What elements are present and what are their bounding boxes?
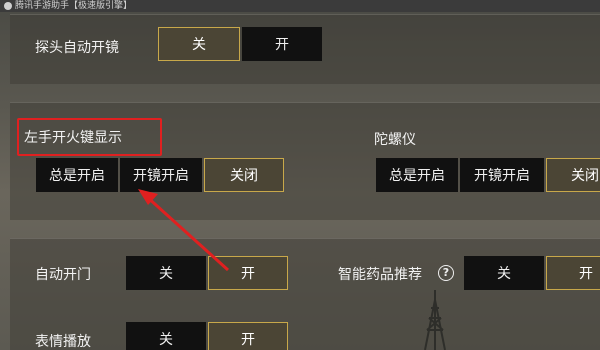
panel-misc <box>10 238 600 350</box>
gyroscope-label: 陀螺仪 <box>374 132 416 148</box>
emote-play-toggle: 关 开 <box>126 322 290 350</box>
highlight-box <box>17 118 162 156</box>
peek-scope-off-button[interactable]: 关 <box>158 27 240 61</box>
left-fire-close-button[interactable]: 关闭 <box>204 158 284 192</box>
gyroscope-always-button[interactable]: 总是开启 <box>376 158 458 192</box>
smart-medicine-off-button[interactable]: 关 <box>464 256 544 290</box>
smart-medicine-label: 智能药品推荐 <box>338 267 422 283</box>
app-logo-icon <box>4 2 12 10</box>
help-icon[interactable]: ? <box>438 265 454 281</box>
left-fire-toggle: 总是开启 开镜开启 关闭 <box>36 158 286 192</box>
window-title: 腾讯手游助手【极速版引擎】 <box>15 1 133 11</box>
peek-scope-label: 探头自动开镜 <box>35 40 119 56</box>
auto-door-on-button[interactable]: 开 <box>208 256 288 290</box>
left-fire-always-button[interactable]: 总是开启 <box>36 158 118 192</box>
emote-play-off-button[interactable]: 关 <box>126 322 206 350</box>
auto-door-off-button[interactable]: 关 <box>126 256 206 290</box>
gyroscope-close-button[interactable]: 关闭 <box>546 158 600 192</box>
auto-door-toggle: 关 开 <box>126 256 290 290</box>
auto-door-label: 自动开门 <box>35 267 91 283</box>
window-titlebar: 腾讯手游助手【极速版引擎】 <box>0 0 600 12</box>
peek-scope-on-button[interactable]: 开 <box>242 27 322 61</box>
peek-scope-toggle: 关 开 <box>158 27 324 61</box>
left-fire-scope-button[interactable]: 开镜开启 <box>120 158 202 192</box>
smart-medicine-on-button[interactable]: 开 <box>546 256 600 290</box>
smart-medicine-toggle: 关 开 <box>464 256 600 290</box>
gyroscope-scope-button[interactable]: 开镜开启 <box>460 158 544 192</box>
emote-play-on-button[interactable]: 开 <box>208 322 288 350</box>
tower-silhouette-icon <box>424 290 446 350</box>
emote-play-label: 表情播放 <box>35 334 91 350</box>
gyroscope-toggle: 总是开启 开镜开启 关闭 <box>376 158 600 192</box>
